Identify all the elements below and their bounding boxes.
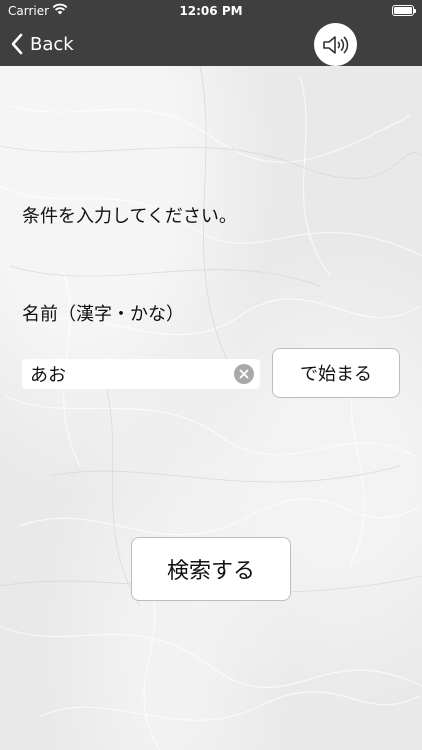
name-input[interactable] [22, 360, 222, 388]
speaker-wave-icon [322, 35, 348, 54]
name-input-container [22, 359, 260, 389]
instruction-text: 条件を入力してください。 [22, 206, 237, 227]
content-area: 条件を入力してください。 名前（漢字・かな） で始まる 検索する [0, 66, 422, 750]
status-time: 12:06 PM [179, 4, 243, 18]
clear-x-icon [239, 369, 249, 379]
clear-button[interactable] [234, 364, 254, 384]
starts-with-button[interactable]: で始まる [272, 348, 400, 398]
status-bar: Carrier 12:06 PM [0, 0, 422, 22]
top-bar: Carrier 12:06 PM Back [0, 0, 422, 66]
chevron-left-icon [11, 33, 23, 55]
back-label: Back [30, 33, 74, 55]
sound-button[interactable] [314, 23, 357, 66]
back-button[interactable]: Back [10, 30, 74, 58]
navigation-bar: Back [0, 22, 422, 66]
name-field-label: 名前（漢字・かな） [22, 304, 184, 325]
search-button[interactable]: 検索する [131, 537, 291, 601]
battery-icon [392, 5, 416, 16]
paper-texture [0, 66, 422, 750]
